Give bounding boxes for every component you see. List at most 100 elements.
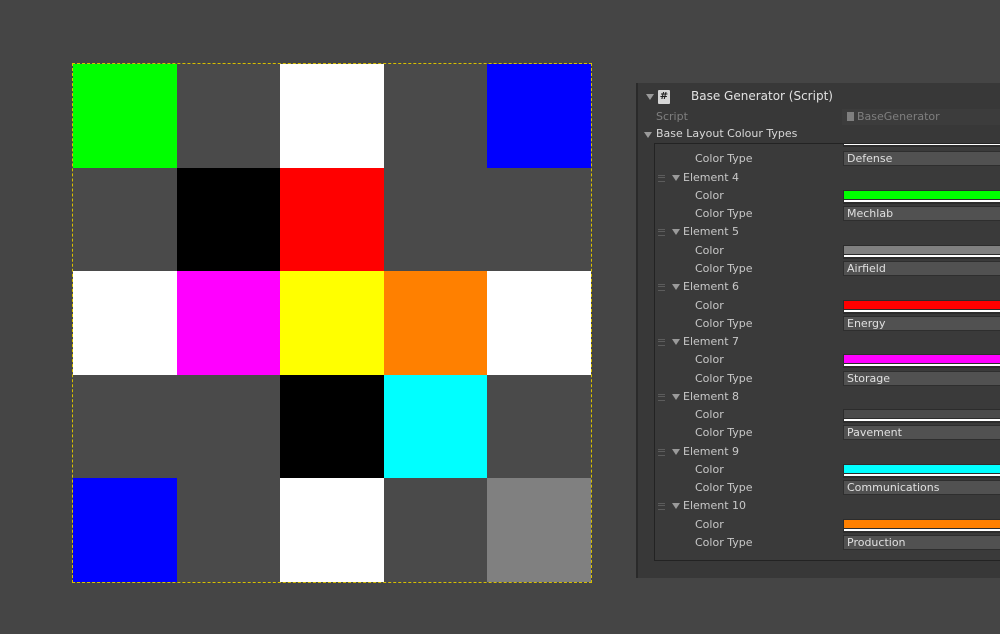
colour-types-list[interactable]: Color Color Type Defense Element 4 Color Colo… <box>654 143 1000 561</box>
element-label: Element 6 <box>683 280 740 294</box>
color-swatch[interactable] <box>843 463 1000 478</box>
color-type-row: Color Type Airfield <box>655 260 1000 278</box>
element-header[interactable]: Element 8 <box>655 388 1000 406</box>
grid-cell <box>73 478 177 582</box>
color-fill <box>844 464 1000 473</box>
drag-handle-icon[interactable] <box>658 229 665 237</box>
color-type-dropdown[interactable]: Production <box>843 535 1000 550</box>
color-label: Color <box>695 243 724 257</box>
grid-cell <box>73 168 177 271</box>
color-row: Color <box>655 297 1000 315</box>
element-header[interactable]: Element 6 <box>655 278 1000 296</box>
color-type-dropdown[interactable]: Energy <box>843 315 1000 331</box>
foldout-arrow-icon[interactable] <box>672 339 680 345</box>
color-row: Color <box>655 516 1000 534</box>
color-type-row: Color Type Storage <box>655 370 1000 388</box>
drag-handle-icon[interactable] <box>658 448 665 456</box>
foldout-arrow-icon[interactable] <box>644 132 652 138</box>
element-label: Element 10 <box>683 499 747 513</box>
element-label: Element 5 <box>683 225 740 239</box>
grid-cell <box>280 168 384 271</box>
color-row: Color <box>655 144 1000 148</box>
alpha-bar <box>844 528 1000 531</box>
color-type-dropdown[interactable]: Mechlab <box>843 206 1000 222</box>
color-row: Color <box>655 351 1000 369</box>
script-value: BaseGenerator <box>857 110 940 123</box>
color-swatch[interactable] <box>843 518 1000 533</box>
color-swatch[interactable] <box>843 299 1000 314</box>
color-type-row: Color Type Pavement <box>655 424 1000 442</box>
list-header[interactable]: Base Layout Colour Types <box>638 127 1000 143</box>
grid-cell <box>384 64 487 168</box>
color-type-dropdown[interactable]: Communications <box>843 480 1000 496</box>
grid-cell <box>280 478 384 582</box>
drag-handle-icon[interactable] <box>658 393 665 401</box>
color-type-dropdown[interactable]: Defense <box>843 151 1000 166</box>
foldout-arrow-icon[interactable] <box>672 448 680 455</box>
grid-cell <box>384 168 487 271</box>
drag-handle-icon[interactable] <box>658 284 665 292</box>
element-header[interactable]: Element 5 <box>655 223 1000 241</box>
drag-handle-icon[interactable] <box>658 174 665 182</box>
color-swatch[interactable] <box>843 189 1000 204</box>
element-header[interactable]: Element 7 <box>655 333 1000 351</box>
component-title: Base Generator (Script) <box>691 89 833 103</box>
foldout-arrow-icon[interactable] <box>672 503 680 510</box>
drag-handle-icon[interactable] <box>658 339 665 346</box>
color-type-row: Color Type Defense <box>655 150 1000 168</box>
grid-cell <box>73 64 177 168</box>
grid-cell <box>384 271 487 375</box>
grid-cell <box>487 271 591 375</box>
color-label: Color <box>695 188 724 202</box>
color-type-dropdown[interactable]: Airfield <box>843 261 1000 276</box>
color-type-row: Color Type Production <box>655 534 1000 552</box>
color-row: Color <box>655 242 1000 260</box>
element-label: Element 8 <box>683 389 740 403</box>
color-type-dropdown[interactable]: Pavement <box>843 425 1000 441</box>
inspector-panel: # Base Generator (Script) Script BaseGen… <box>636 83 1000 578</box>
script-label: Script <box>656 110 688 123</box>
color-swatch[interactable] <box>843 354 1000 369</box>
alpha-bar <box>844 144 1000 145</box>
color-type-label: Color Type <box>695 262 753 275</box>
color-fill <box>844 519 1000 528</box>
grid-cell <box>177 478 280 582</box>
foldout-arrow-icon[interactable] <box>672 229 680 236</box>
element-header[interactable]: Element 9 <box>655 443 1000 461</box>
alpha-bar <box>844 309 1000 312</box>
color-label: Color <box>695 517 724 531</box>
foldout-arrow-icon[interactable] <box>672 393 680 400</box>
color-label: Color <box>695 144 724 145</box>
foldout-arrow-icon[interactable] <box>672 284 680 291</box>
color-type-label: Color Type <box>695 481 753 495</box>
grid-cell <box>384 478 487 582</box>
color-swatch[interactable] <box>843 244 1000 259</box>
color-label: Color <box>695 462 724 476</box>
alpha-bar <box>844 364 1000 367</box>
script-row: Script BaseGenerator <box>638 109 1000 125</box>
color-type-dropdown[interactable]: Storage <box>843 370 1000 386</box>
script-icon: # <box>658 90 670 104</box>
color-type-label: Color Type <box>695 426 753 440</box>
alpha-bar <box>844 419 1000 422</box>
script-field[interactable]: BaseGenerator <box>842 109 1000 125</box>
foldout-arrow-icon[interactable] <box>646 94 654 100</box>
color-fill <box>844 355 1000 364</box>
grid-cell <box>73 271 177 375</box>
alpha-bar <box>844 199 1000 202</box>
element-header[interactable]: Element 4 <box>655 169 1000 187</box>
color-type-label: Color Type <box>695 316 753 330</box>
color-label: Color <box>695 408 724 422</box>
foldout-arrow-icon[interactable] <box>672 174 680 181</box>
drag-handle-icon[interactable] <box>658 503 665 511</box>
component-header[interactable]: # Base Generator (Script) <box>638 87 1000 107</box>
color-type-label: Color Type <box>695 536 753 549</box>
color-type-label: Color Type <box>695 371 753 385</box>
alpha-bar <box>844 254 1000 257</box>
element-header[interactable]: Element 10 <box>655 497 1000 515</box>
element-label: Element 9 <box>683 444 740 458</box>
color-swatch[interactable] <box>843 409 1000 424</box>
color-row: Color <box>655 187 1000 205</box>
color-swatch[interactable] <box>843 144 1000 147</box>
color-type-label: Color Type <box>695 152 753 165</box>
